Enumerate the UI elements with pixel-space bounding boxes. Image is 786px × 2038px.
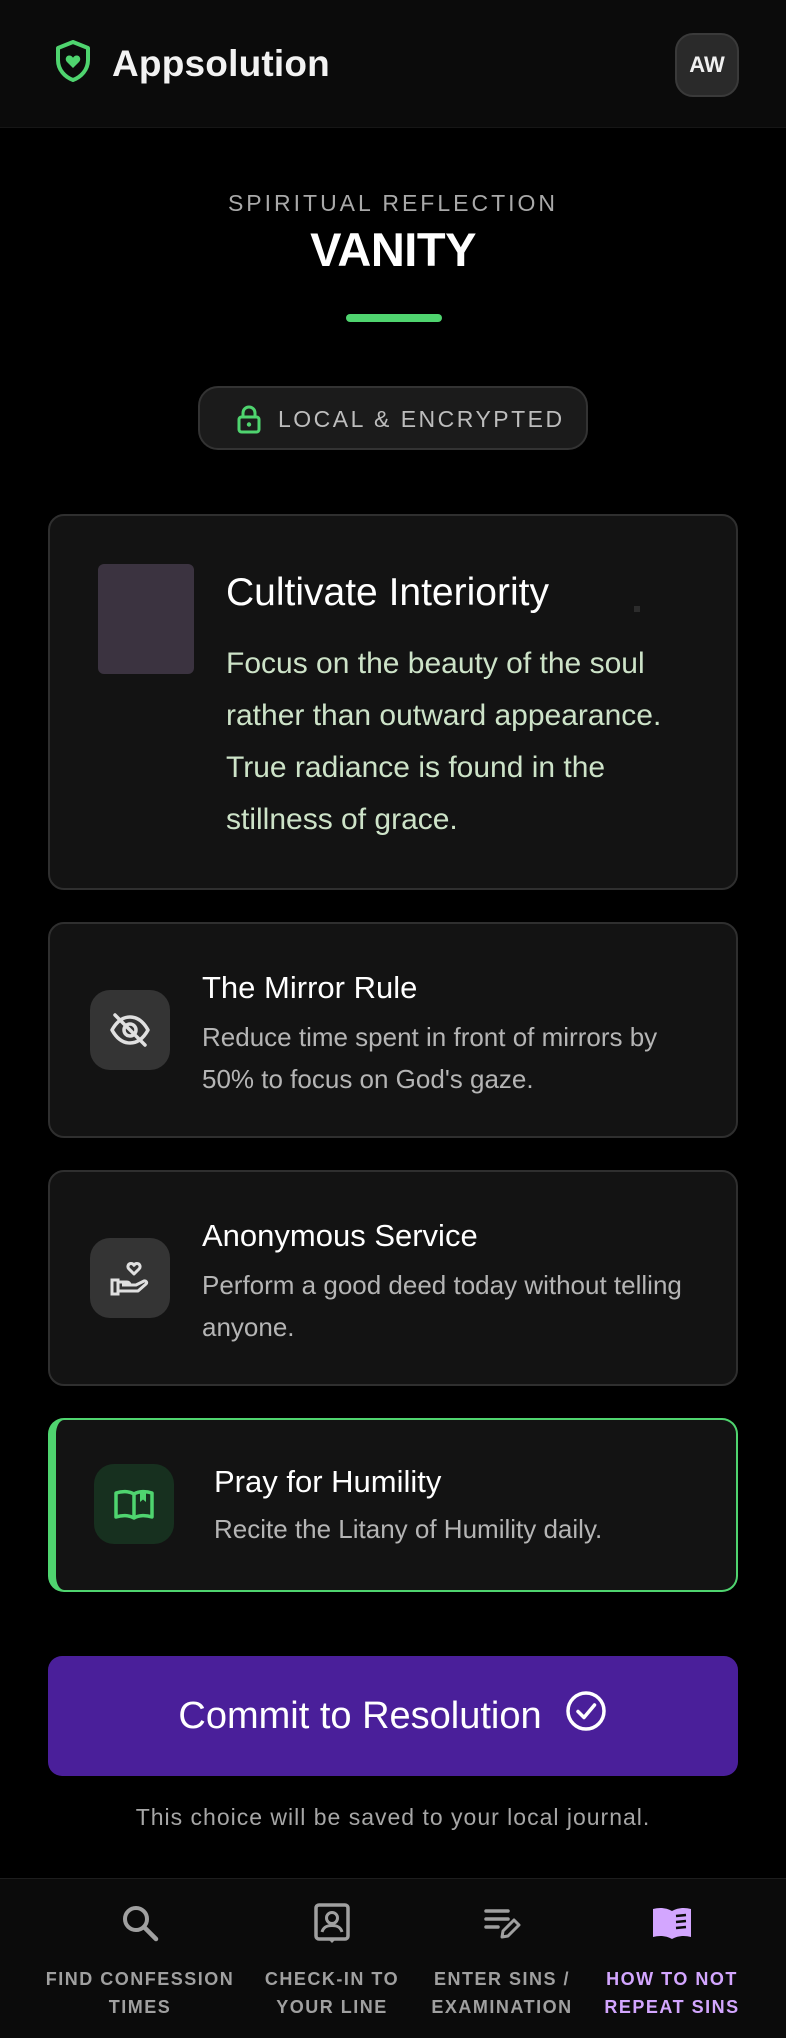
commit-resolution-button[interactable]: Commit to Resolution — [48, 1656, 738, 1776]
person-badge-icon — [310, 1901, 354, 1945]
featured-image-placeholder — [98, 564, 194, 674]
nav-label: HOW TO NOT REPEAT SINS — [604, 1969, 740, 2017]
commit-button-label: Commit to Resolution — [178, 1694, 542, 1737]
nav-check-in[interactable]: CHECK-IN TO YOUR LINE — [234, 1879, 430, 2038]
tip-description: Reduce time spent in front of mirrors by… — [202, 1022, 658, 1094]
nav-find-confession-times[interactable]: FIND CONFESSION TIMES — [42, 1879, 238, 2038]
privacy-badge: LOCAL & ENCRYPTED — [198, 386, 588, 450]
page-title: VANITY — [310, 223, 476, 276]
shield-heart-icon — [54, 40, 92, 82]
decorative-dot — [634, 606, 640, 612]
tip-description: Recite the Litany of Humility daily. — [214, 1514, 603, 1544]
page-kicker: SPIRITUAL REFLECTION — [227, 190, 559, 216]
avatar[interactable]: AW — [675, 33, 739, 97]
eye-off-icon — [90, 990, 170, 1070]
tip-description: Perform a good deed today without tellin… — [202, 1270, 682, 1342]
privacy-label: LOCAL & ENCRYPTED — [278, 406, 565, 432]
featured-description: Focus on the beauty of the soul rather t… — [226, 647, 662, 836]
book-icon — [650, 1901, 694, 1945]
tip-title: Anonymous Service — [202, 1218, 478, 1253]
nav-enter-sins[interactable]: ENTER SINS / EXAMINATION — [404, 1879, 600, 2038]
app-title: Appsolution — [112, 43, 330, 84]
lock-icon — [236, 404, 262, 434]
nav-label: FIND CONFESSION TIMES — [45, 1969, 235, 2017]
search-icon — [118, 1901, 162, 1945]
nav-label: ENTER SINS / EXAMINATION — [431, 1969, 573, 2017]
featured-title: Cultivate Interiority — [226, 571, 549, 614]
tip-card-mirror-rule[interactable]: The Mirror Rule Reduce time spent in fro… — [48, 922, 738, 1138]
featured-card: Cultivate Interiority Focus on the beaut… — [48, 514, 738, 890]
title-underline — [346, 314, 442, 322]
tip-title: Pray for Humility — [214, 1464, 442, 1499]
app-header: Appsolution AW — [0, 0, 786, 128]
tip-title: The Mirror Rule — [202, 970, 418, 1005]
open-book-icon — [94, 1464, 174, 1544]
nav-label: CHECK-IN TO YOUR LINE — [264, 1969, 400, 2017]
tip-card-pray-humility[interactable]: Pray for Humility Recite the Litany of H… — [48, 1418, 738, 1592]
nav-how-to-not-repeat[interactable]: HOW TO NOT REPEAT SINS — [574, 1879, 770, 2038]
bottom-nav: FIND CONFESSION TIMES CHECK-IN TO YOUR L… — [0, 1878, 786, 2038]
edit-list-icon — [480, 1901, 524, 1945]
check-circle-icon — [564, 1689, 608, 1743]
tip-card-anonymous-service[interactable]: Anonymous Service Perform a good deed to… — [48, 1170, 738, 1386]
hand-heart-icon — [90, 1238, 170, 1318]
save-note: This choice will be saved to your local … — [135, 1804, 651, 1830]
